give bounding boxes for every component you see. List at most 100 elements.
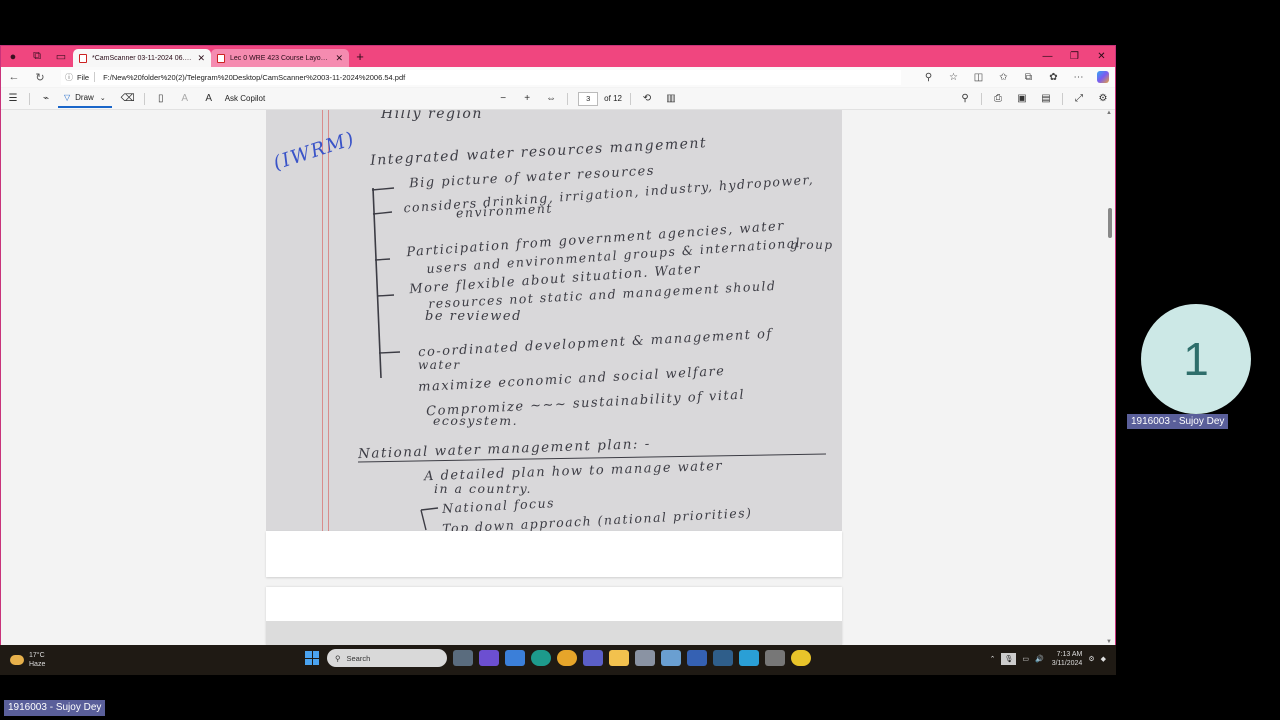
zoom-in-button[interactable]: +	[515, 93, 539, 104]
tab-title: *CamScanner 03-11-2024 06.54.p	[92, 54, 194, 62]
collections-icon[interactable]: ⧉	[1016, 72, 1041, 83]
search-label: Search	[346, 653, 371, 663]
info-icon[interactable]: ⓘ	[65, 72, 73, 83]
weather-temp: 17°C	[29, 652, 45, 659]
weather-icon	[10, 655, 24, 665]
microphone-icon[interactable]: 🎙	[1001, 653, 1017, 665]
scrollbar[interactable]: ▲ ▼	[1105, 110, 1115, 645]
settings-app-icon[interactable]	[765, 650, 785, 666]
save-as-icon[interactable]: ▤	[1034, 93, 1058, 105]
fit-page-icon[interactable]: ⇔	[539, 93, 563, 104]
start-button[interactable]	[305, 651, 319, 665]
tray-chevron-icon[interactable]: ⌃	[990, 655, 996, 663]
scroll-up-icon[interactable]: ▲	[1106, 110, 1112, 116]
pdf-page-next	[266, 587, 842, 645]
settings-gear-icon[interactable]: ⚙	[1091, 93, 1115, 105]
print-icon[interactable]: ⎙	[986, 93, 1010, 105]
clock-time: 7:13 AM	[1056, 651, 1083, 658]
close-window-icon[interactable]: ✕	[1088, 51, 1115, 62]
tab-actions-icon[interactable]: ▭	[49, 46, 73, 67]
weather-widget[interactable]: 17°C Haze	[10, 651, 70, 669]
network-icon[interactable]: ▭	[1022, 655, 1029, 663]
chat-app-icon[interactable]	[479, 650, 499, 666]
split-screen-icon[interactable]: ◫	[966, 72, 991, 83]
store-app-icon[interactable]	[505, 650, 525, 666]
pdf-file-icon	[79, 53, 87, 63]
pdf-toolbar: ☰ ⌁ ▽ Draw ⌄ ⌫ ▯ A A Ask Copilot − + ⇔ 3…	[1, 88, 1115, 110]
file-explorer-icon[interactable]	[609, 650, 629, 666]
steam-app-icon[interactable]	[713, 650, 733, 666]
app-icon[interactable]	[635, 650, 655, 666]
address-bar-row: ← ↻ ⓘ File F:/New%20folder%20(2)/Telegra…	[1, 67, 1115, 87]
copilot-icon[interactable]	[1097, 71, 1109, 83]
pdf-viewer[interactable]: Hilly region (IWRM) Integrated water res…	[1, 110, 1107, 645]
teams-app-icon[interactable]	[583, 650, 603, 666]
page-number-input[interactable]: 3	[578, 91, 599, 106]
edge-browser-icon[interactable]	[531, 650, 551, 666]
next-page-scan	[266, 621, 842, 645]
chevron-down-icon: ⌄	[99, 94, 106, 102]
profile-icon[interactable]: ●	[1, 46, 25, 67]
search-icon[interactable]: ⚲	[953, 93, 977, 105]
app-icon[interactable]	[791, 650, 811, 666]
toolbar-divider	[143, 92, 145, 105]
toolbar-divider	[981, 92, 982, 105]
draw-label: Draw	[75, 93, 94, 102]
note-line: in a country.	[434, 481, 532, 496]
settings-gear-icon[interactable]: ⚙	[1088, 655, 1094, 663]
address-field[interactable]: ⓘ File F:/New%20folder%20(2)/Telegram%20…	[61, 69, 901, 85]
save-icon[interactable]: ▣	[1010, 93, 1034, 105]
clock[interactable]: 7:13 AM 3/11/2024	[1052, 650, 1083, 668]
task-view-icon[interactable]	[453, 650, 473, 666]
favorite-icon[interactable]: ☆	[941, 72, 966, 83]
rotate-icon[interactable]: ⟲	[635, 93, 659, 104]
app-icon[interactable]	[687, 650, 707, 666]
favorites-icon[interactable]: ✩	[991, 72, 1016, 83]
taskbar-search[interactable]: ⚲ Search	[327, 649, 447, 667]
copilot-tray-icon[interactable]: ◆	[1101, 655, 1106, 663]
scrollbar-thumb[interactable]	[1108, 208, 1112, 238]
eraser-icon[interactable]: ⌫	[116, 93, 140, 104]
new-tab-button[interactable]: +	[349, 49, 371, 64]
windows-taskbar: 17°C Haze ⚲ Search ⌃ 🎙 ▭ 🔊 7:13 AM 3/11/…	[0, 645, 1116, 675]
note-line: be reviewed	[425, 309, 522, 324]
minimize-icon[interactable]: —	[1034, 51, 1061, 62]
more-icon[interactable]: ⋯	[1066, 72, 1091, 83]
telegram-app-icon[interactable]	[739, 650, 759, 666]
chrome-browser-icon[interactable]	[557, 650, 577, 666]
back-icon[interactable]: ←	[1, 71, 27, 83]
restore-icon[interactable]: ❐	[1061, 51, 1088, 62]
tab-lecture[interactable]: Lec 0 WRE 423 Course Layout an ✕	[211, 49, 349, 67]
extensions-icon[interactable]: ✿	[1041, 72, 1066, 83]
draw-button[interactable]: ▽ Draw ⌄	[58, 90, 112, 108]
clock-date: 3/11/2024	[1051, 660, 1083, 667]
ask-copilot-button[interactable]: Ask Copilot	[225, 94, 265, 103]
search-icon: ⚲	[335, 653, 341, 663]
toolbar-divider	[29, 92, 30, 105]
zoom-out-button[interactable]: −	[491, 93, 515, 104]
zoom-icon[interactable]: ⚲	[916, 72, 941, 83]
page-view-icon[interactable]: ▯	[149, 93, 173, 104]
pdf-page-bottom	[266, 531, 842, 577]
contents-icon[interactable]: ☰	[1, 93, 25, 104]
tab-camscanner[interactable]: *CamScanner 03-11-2024 06.54.p ✕	[73, 49, 211, 67]
close-tab-icon[interactable]: ✕	[197, 53, 205, 64]
participant-name-tag: 1916003 - Sujoy Dey	[1127, 414, 1229, 429]
two-page-icon[interactable]: ▥	[659, 93, 683, 104]
toolbar-divider	[567, 92, 569, 105]
close-tab-icon[interactable]: ✕	[335, 53, 343, 64]
total-pages: of 12	[604, 94, 622, 103]
read-aloud-icon[interactable]: A	[197, 93, 221, 104]
text-icon[interactable]: A	[173, 93, 197, 104]
photos-app-icon[interactable]	[661, 650, 681, 666]
fullscreen-icon[interactable]: ⤢	[1067, 93, 1091, 105]
volume-icon[interactable]: 🔊	[1035, 655, 1044, 663]
workspaces-icon[interactable]: ⧉	[25, 46, 49, 67]
self-name-tag: 1916003 - Sujoy Dey	[4, 700, 106, 716]
refresh-icon[interactable]: ↻	[27, 71, 53, 84]
tab-title: Lec 0 WRE 423 Course Layout an	[230, 54, 332, 62]
browser-window: ● ⧉ ▭ *CamScanner 03-11-2024 06.54.p ✕ L…	[0, 45, 1116, 645]
note-line: group	[790, 238, 834, 252]
highlight-icon[interactable]: ⌁	[34, 93, 58, 104]
address-divider	[94, 72, 96, 82]
